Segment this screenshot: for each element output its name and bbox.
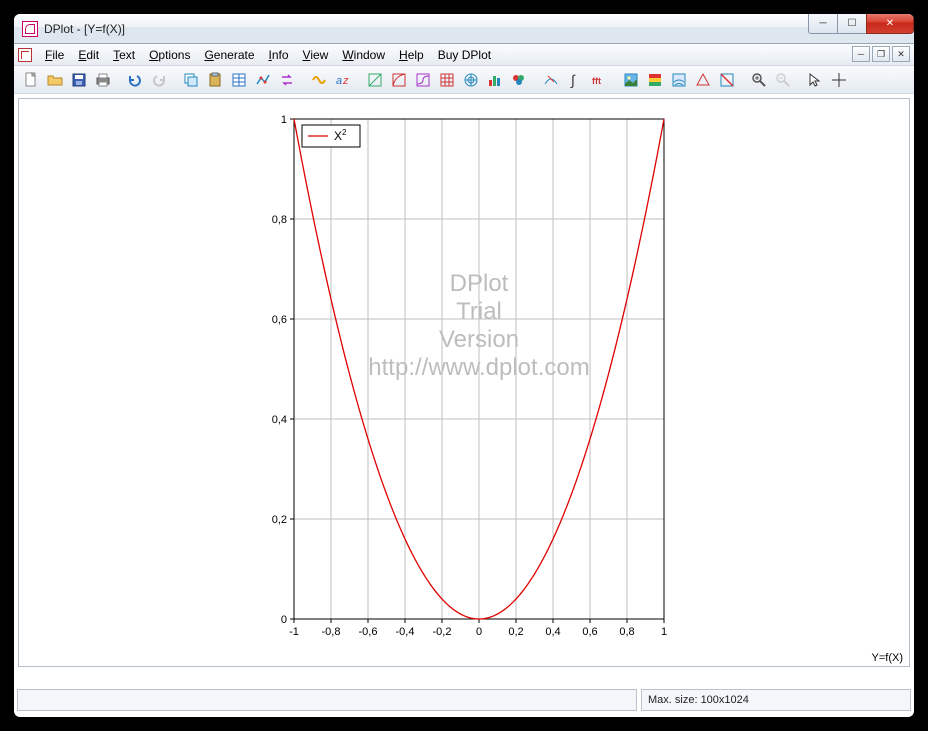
app-icon — [22, 21, 38, 37]
svg-text:Trial: Trial — [456, 298, 502, 325]
contour-lines-icon[interactable] — [668, 69, 690, 91]
status-main — [17, 689, 637, 711]
statusbar: Max. size: 100x1024 — [17, 689, 911, 713]
derivative-icon[interactable] — [540, 69, 562, 91]
new-icon[interactable] — [20, 69, 42, 91]
open-icon[interactable] — [44, 69, 66, 91]
linear-scale-icon[interactable] — [364, 69, 386, 91]
integral-icon[interactable]: ∫ — [564, 69, 586, 91]
svg-text:-0,2: -0,2 — [433, 626, 452, 638]
fft-icon[interactable]: fft — [588, 69, 610, 91]
polar-icon[interactable] — [460, 69, 482, 91]
svg-text:0,6: 0,6 — [272, 314, 287, 326]
svg-text:-0,6: -0,6 — [359, 626, 378, 638]
image-plot-icon[interactable] — [620, 69, 642, 91]
svg-text:0,2: 0,2 — [272, 514, 287, 526]
status-plot-type: Y=f(X) — [872, 652, 903, 664]
svg-text:0: 0 — [476, 626, 482, 638]
zoom-in-icon[interactable] — [748, 69, 770, 91]
svg-text:0,6: 0,6 — [582, 626, 597, 638]
crosshair-icon[interactable] — [828, 69, 850, 91]
menu-buy-dplot[interactable]: Buy DPlot — [431, 46, 498, 64]
cross-section-icon[interactable] — [716, 69, 738, 91]
chart-canvas[interactable]: -1 -0,8 -0,6 -0,4 -0,2 0 0,2 0,4 0,6 0,8 1 0 0,2 0,4 0… — [254, 109, 674, 649]
window-controls: ─ ☐ ✕ — [809, 14, 914, 34]
menu-help[interactable]: Help — [392, 46, 431, 64]
window-title: DPlot - [Y=f(X)] — [44, 22, 125, 36]
edit-points-icon[interactable] — [252, 69, 274, 91]
svg-text:-0,8: -0,8 — [322, 626, 341, 638]
menu-text[interactable]: Text — [106, 46, 142, 64]
menu-edit[interactable]: Edit — [71, 46, 106, 64]
text-style-icon[interactable]: az — [332, 69, 354, 91]
svg-text:0,2: 0,2 — [508, 626, 523, 638]
svg-text:DPlot: DPlot — [450, 270, 509, 297]
mdi-close-button[interactable]: ✕ — [892, 46, 910, 62]
svg-text:z: z — [342, 75, 349, 87]
redo-icon[interactable] — [148, 69, 170, 91]
menu-window[interactable]: Window — [335, 46, 392, 64]
svg-text:http://www.dplot.com: http://www.dplot.com — [368, 354, 589, 381]
paste-icon[interactable] — [204, 69, 226, 91]
svg-text:0,4: 0,4 — [272, 414, 287, 426]
titlebar: DPlot - [Y=f(X)] ─ ☐ ✕ — [14, 14, 914, 44]
bar-chart-icon[interactable] — [484, 69, 506, 91]
save-icon[interactable] — [68, 69, 90, 91]
svg-text:0,4: 0,4 — [545, 626, 560, 638]
svg-text:-0,4: -0,4 — [396, 626, 415, 638]
document-icon[interactable] — [18, 48, 32, 62]
svg-text:Version: Version — [439, 326, 519, 353]
mdi-controls: ─ ❐ ✕ — [852, 46, 910, 62]
plot-area: -1 -0,8 -0,6 -0,4 -0,2 0 0,2 0,4 0,6 0,8 1 0 0,2 0,4 0… — [18, 98, 910, 667]
minimize-button[interactable]: ─ — [808, 14, 838, 34]
copy-image-icon[interactable] — [180, 69, 202, 91]
svg-text:0,8: 0,8 — [272, 214, 287, 226]
svg-text:-1: -1 — [289, 626, 299, 638]
app-window: DPlot - [Y=f(X)] ─ ☐ ✕ FileEditTextOptio… — [14, 14, 914, 717]
colors-icon[interactable] — [508, 69, 530, 91]
svg-text:fft: fft — [592, 76, 601, 86]
undo-icon[interactable] — [124, 69, 146, 91]
print-icon[interactable] — [92, 69, 114, 91]
menu-info[interactable]: Info — [262, 46, 296, 64]
svg-text:0: 0 — [281, 614, 287, 626]
status-size: Max. size: 100x1024 — [641, 689, 911, 711]
maximize-button[interactable]: ☐ — [837, 14, 867, 34]
menu-generate[interactable]: Generate — [197, 46, 261, 64]
data-table-icon[interactable] — [228, 69, 250, 91]
toolbar: az ∫ fft — [14, 66, 914, 94]
zoom-out-icon — [772, 69, 794, 91]
svg-text:1: 1 — [281, 114, 287, 126]
pointer-icon[interactable] — [804, 69, 826, 91]
contour-fill-icon[interactable] — [644, 69, 666, 91]
triangle-plot-icon[interactable] — [692, 69, 714, 91]
grid-box-icon[interactable] — [436, 69, 458, 91]
menu-file[interactable]: File — [38, 46, 71, 64]
mdi-restore-button[interactable]: ❐ — [872, 46, 890, 62]
function-icon[interactable] — [308, 69, 330, 91]
svg-text:1: 1 — [661, 626, 667, 638]
menu-options[interactable]: Options — [142, 46, 197, 64]
prob-scale-icon[interactable] — [412, 69, 434, 91]
svg-text:∫: ∫ — [570, 72, 576, 88]
close-button[interactable]: ✕ — [866, 14, 914, 34]
menubar: FileEditTextOptionsGenerateInfoViewWindo… — [14, 44, 914, 66]
svg-text:a: a — [336, 75, 342, 87]
swap-xy-icon[interactable] — [276, 69, 298, 91]
log-scale-icon[interactable] — [388, 69, 410, 91]
mdi-minimize-button[interactable]: ─ — [852, 46, 870, 62]
menu-view[interactable]: View — [296, 46, 336, 64]
svg-text:0,8: 0,8 — [619, 626, 634, 638]
